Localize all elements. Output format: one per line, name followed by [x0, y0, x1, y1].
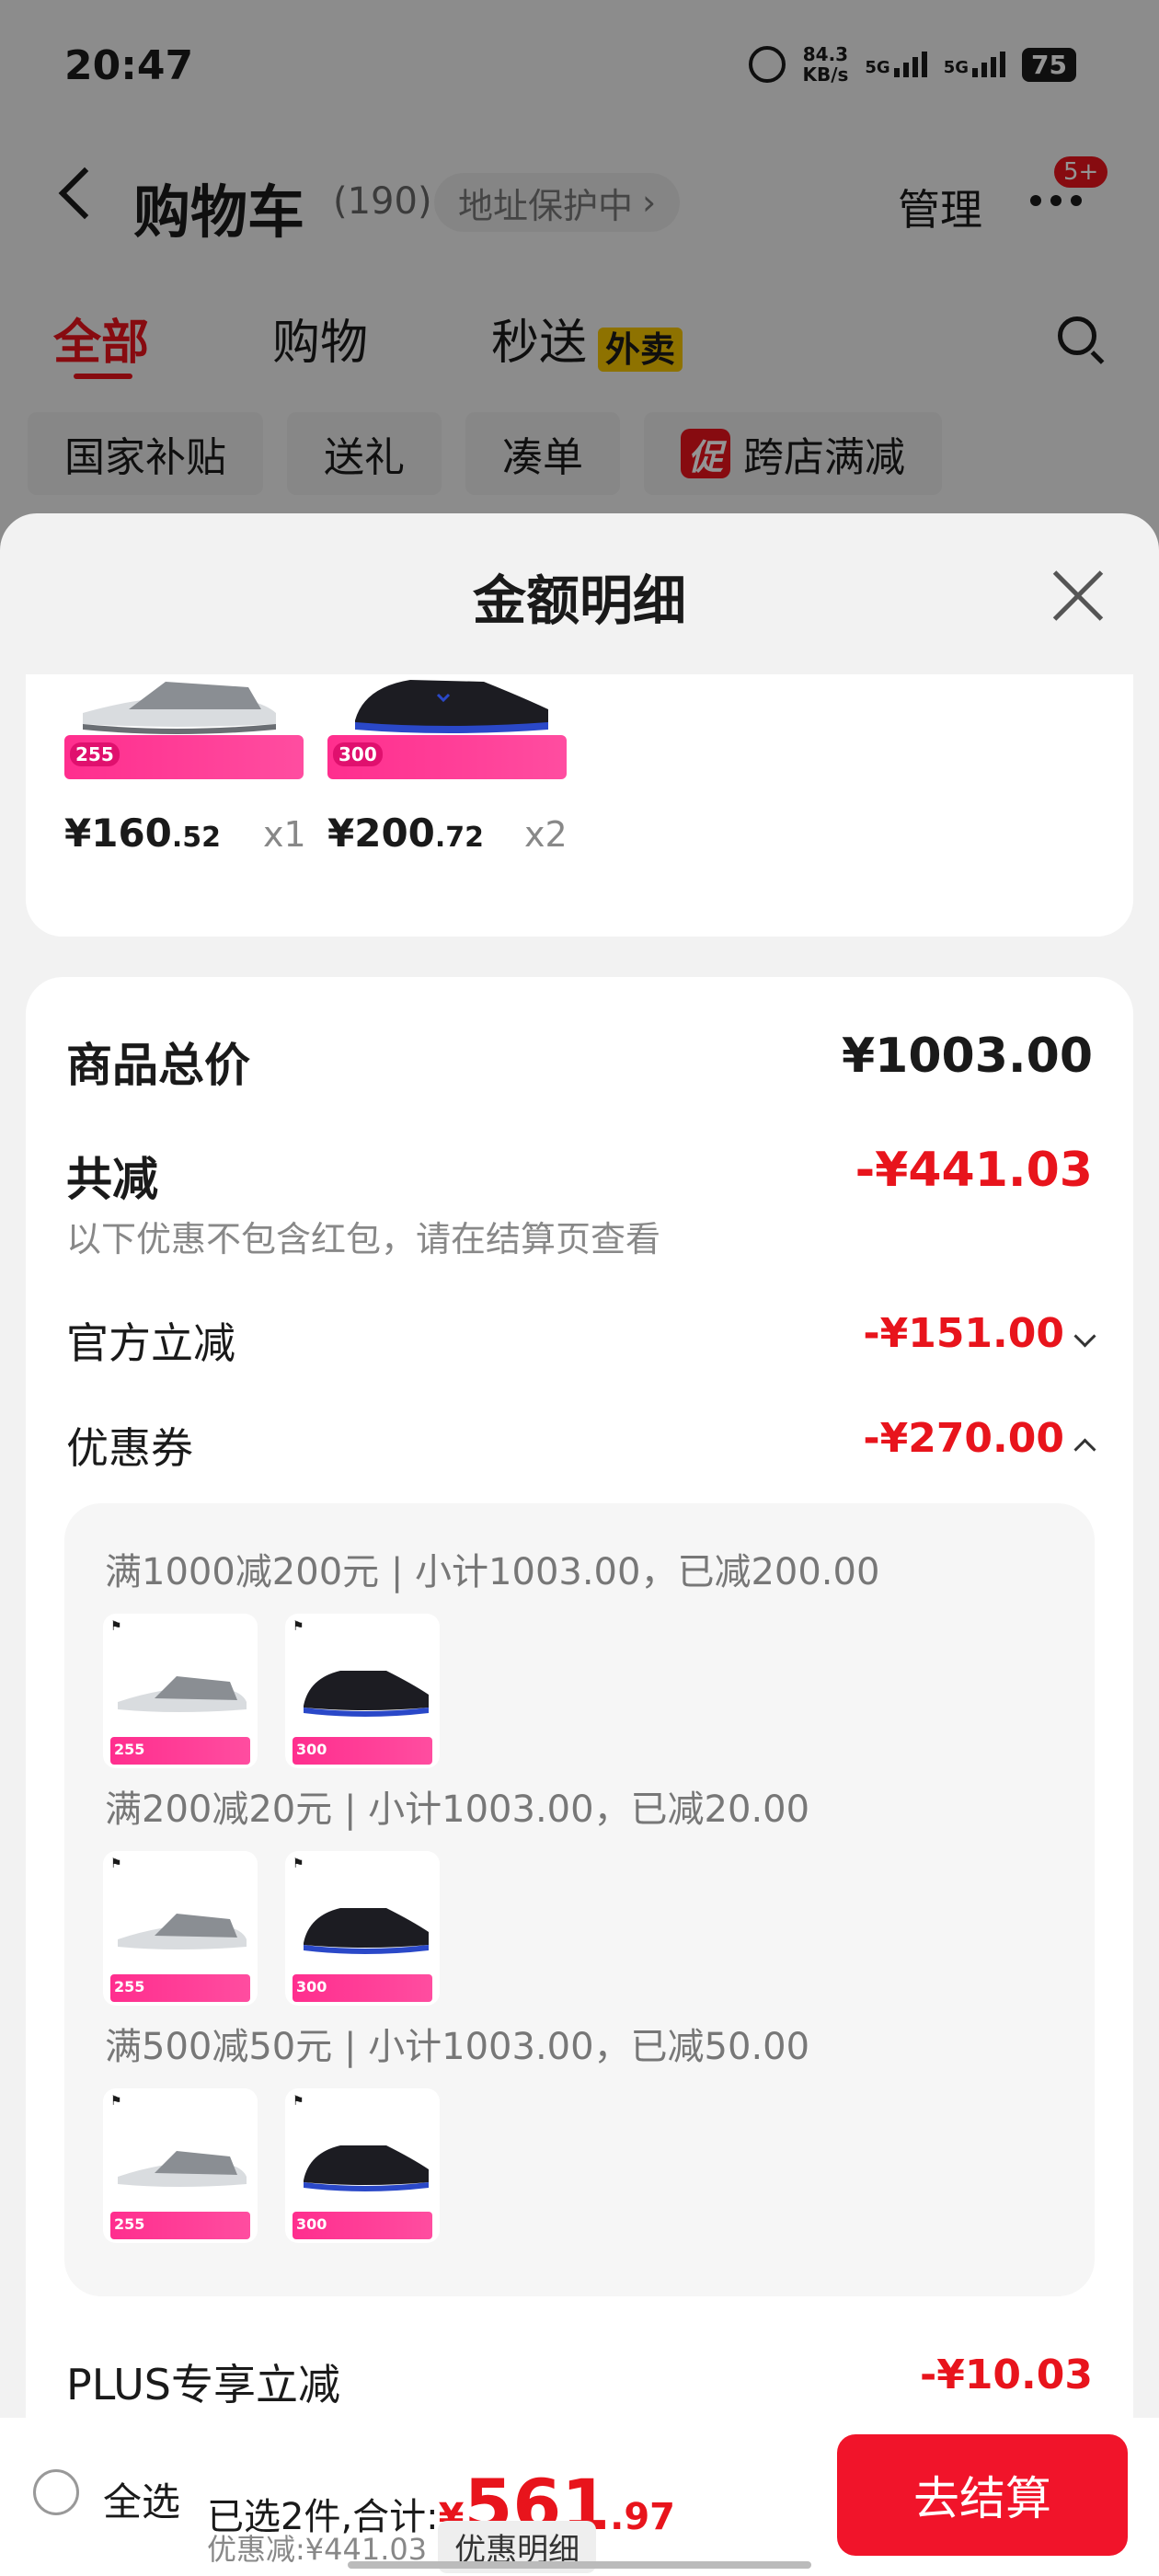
brand-logo: ⚑	[110, 1857, 122, 1871]
coupon-label: 优惠券	[66, 1423, 193, 1473]
thumb-promo-badge: 300	[296, 2215, 327, 2233]
product-image-sandal: 255	[64, 669, 304, 779]
checkout-button[interactable]: 去结算	[837, 2434, 1128, 2556]
row-total-price: 商品总价 ¥1003.00	[66, 1029, 1093, 1093]
close-icon[interactable]	[1050, 569, 1106, 624]
coupon-detail-box: 满1000减200元 | 小计1003.00，已减200.00 ⚑ 255 ⚑ …	[64, 1503, 1095, 2296]
row-official-reduce[interactable]: 官方立减 -¥151.00	[66, 1310, 1096, 1368]
official-reduce-value: -¥151.00	[863, 1310, 1064, 1357]
product-promo-badge: 255	[70, 742, 120, 766]
brand-logo: ⚑	[110, 1619, 122, 1634]
price-dec: .52	[171, 822, 222, 854]
product-item[interactable]: 300	[327, 669, 567, 779]
product-qty: x1	[263, 814, 306, 855]
official-reduce-value-wrap: -¥151.00	[863, 1310, 1096, 1357]
total-price-value: ¥1003.00	[841, 1029, 1093, 1084]
thumb-sneaker: ⚑ 300	[285, 1851, 440, 2006]
thumb-sandal: ⚑ 255	[103, 2088, 258, 2243]
thumb-promo-badge: 300	[296, 1741, 327, 1758]
brand-logo: ⚑	[293, 1619, 304, 1634]
row-total-reduce: 共减 -¥441.03	[66, 1143, 1093, 1207]
coupon-value-wrap: -¥270.00	[863, 1415, 1096, 1462]
cart-page-background: 20:47 84.3 KB/s 5G 5G 75 购物车 (190) 地址保护中…	[0, 0, 1159, 552]
product-qty: x2	[524, 814, 568, 855]
thumb-promo-badge: 255	[114, 2215, 145, 2233]
thumb-sandal: ⚑ 255	[103, 1614, 258, 1768]
brand-logo: ⚑	[293, 1857, 304, 1871]
row-coupon[interactable]: 优惠券 -¥270.00	[66, 1415, 1096, 1473]
plus-reduce-label: PLUS专享立减	[66, 2360, 340, 2409]
amount-detail-sheet: 金额明细 255 ¥160.52 x1 300 ¥200.72 x2 商品总价 …	[0, 513, 1159, 2576]
sheet-title: 金额明细	[472, 569, 686, 632]
selected-products-card: 255 ¥160.52 x1 300 ¥200.72 x2	[26, 674, 1133, 937]
select-all-label[interactable]: 全选	[103, 2471, 180, 2527]
coupon-line: 满500减50元 | 小计1003.00，已减50.00	[105, 2026, 810, 2068]
brand-logo: ⚑	[293, 2094, 304, 2109]
total-reduce-value: -¥441.03	[855, 1143, 1093, 1198]
coupon-thumbs: ⚑ 255 ⚑ 300	[103, 1851, 440, 2006]
price-int: ¥160	[64, 811, 172, 856]
product-price: ¥160.52	[64, 811, 221, 856]
total-dec: .97	[610, 2496, 675, 2538]
chevron-down-icon	[1073, 1325, 1096, 1348]
reduce-note: 以下优惠不包含红包，请在结算页查看	[66, 1219, 661, 1259]
overlay-mask[interactable]	[0, 0, 1159, 552]
product-item[interactable]: 255	[64, 669, 304, 779]
price-int: ¥200	[327, 811, 435, 856]
thumb-promo-badge: 300	[296, 1978, 327, 1995]
coupon-thumbs: ⚑ 255 ⚑ 300	[103, 2088, 440, 2243]
checkout-bar: 全选 已选2件,合计:¥561.97 优惠减:¥441.03 优惠明细 去结算	[0, 2418, 1159, 2576]
thumb-promo-badge: 255	[114, 1741, 145, 1758]
total-price-label: 商品总价	[66, 1039, 250, 1092]
product-image-sneaker: 300	[327, 669, 567, 779]
product-price: ¥200.72	[327, 811, 484, 856]
plus-reduce-value: -¥10.03	[919, 2352, 1093, 2398]
coupon-line: 满200减20元 | 小计1003.00，已减20.00	[105, 1788, 810, 1831]
product-promo-badge: 300	[333, 742, 383, 766]
coupon-thumbs: ⚑ 255 ⚑ 300	[103, 1614, 440, 1768]
thumb-promo-badge: 255	[114, 1978, 145, 1995]
select-all-radio[interactable]	[33, 2469, 79, 2515]
coupon-line: 满1000减200元 | 小计1003.00，已减200.00	[105, 1551, 880, 1593]
amount-detail-card: 商品总价 ¥1003.00 共减 -¥441.03 以下优惠不包含红包，请在结算…	[26, 977, 1133, 2576]
thumb-sneaker: ⚑ 300	[285, 1614, 440, 1768]
thumb-sandal: ⚑ 255	[103, 1851, 258, 2006]
brand-logo: ⚑	[110, 2094, 122, 2109]
official-reduce-label: 官方立减	[66, 1318, 235, 1368]
thumb-sneaker: ⚑ 300	[285, 2088, 440, 2243]
total-reduce-label: 共减	[66, 1153, 158, 1206]
row-plus-reduce: PLUS专享立减 -¥10.03	[66, 2352, 1093, 2409]
coupon-value: -¥270.00	[863, 1415, 1064, 1462]
home-indicator[interactable]	[348, 2561, 811, 2569]
price-dec: .72	[434, 822, 485, 854]
chevron-up-icon	[1073, 1438, 1096, 1461]
